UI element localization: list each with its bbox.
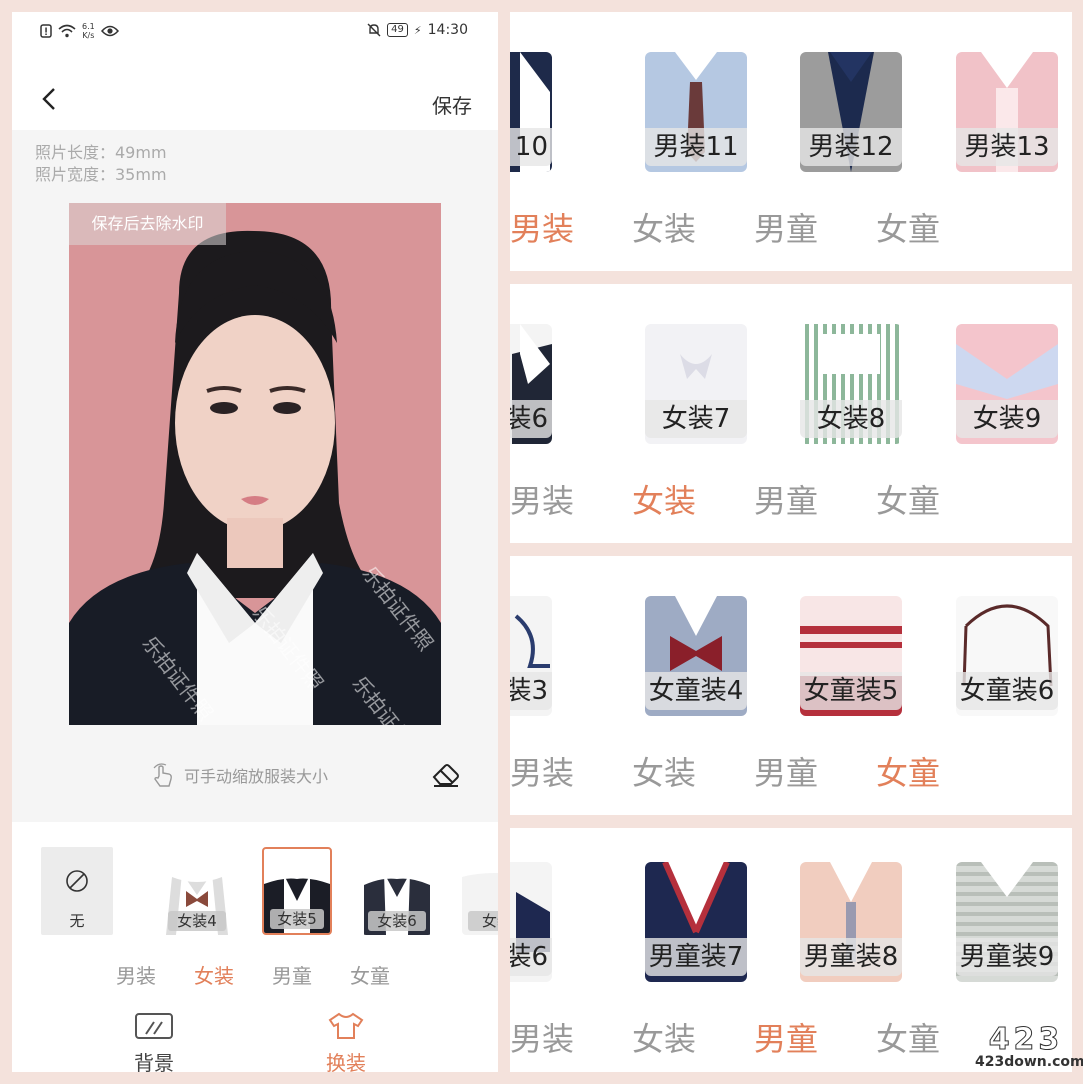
outfit-item[interactable]: 女童装4 — [645, 596, 747, 716]
tab-womenswear[interactable]: 女装 — [632, 204, 696, 250]
phone-screen: 6.1 K/s 49 ⚡ 14:30 保存 照片长度：49mm 照片宽度：35mm — [12, 12, 498, 1072]
tab-boys[interactable]: 男童 — [754, 476, 818, 522]
tab-menswear[interactable]: 男装 — [510, 1014, 574, 1060]
outfit-item[interactable]: 女童装6 — [956, 596, 1058, 716]
tab-boys[interactable]: 男童 — [754, 204, 818, 250]
id-photo-preview[interactable]: 保存后去除水印 乐拍证件照 乐拍证件照 乐拍证件照 乐拍证件照 — [69, 203, 441, 725]
save-button[interactable]: 保存 — [432, 90, 472, 119]
outfit-item[interactable]: 10 — [510, 52, 552, 172]
outfit-thumb-selected[interactable]: 女装5 — [262, 847, 332, 935]
outfit-item[interactable]: 男装11 — [645, 52, 747, 172]
photo-width: 照片宽度：35mm — [35, 165, 167, 184]
no-outfit-label: 无 — [69, 912, 85, 930]
outfit-panel: 无 女装4 女装5 女装6 女装 男装 女装 男童 女童 背景 — [12, 822, 498, 1072]
eraser-icon[interactable] — [430, 760, 462, 788]
photo-specs: 照片长度：49mm 照片宽度：35mm — [35, 142, 167, 186]
tab-girls[interactable]: 女童 — [876, 476, 940, 522]
outfit-thumb[interactable]: 女装6 — [362, 847, 432, 935]
outfit-item[interactable]: 女装7 — [645, 324, 747, 444]
hint-text: 可手动缩放服装大小 — [184, 767, 329, 786]
tab-background-label: 背景 — [134, 1051, 174, 1072]
outfit-item[interactable]: 女童装5 — [800, 596, 902, 716]
network-speed: 6.1 K/s — [82, 22, 95, 40]
hand-gesture-icon — [153, 763, 172, 787]
portrait-image — [69, 230, 441, 725]
tab-girls[interactable]: 女童 — [350, 960, 390, 989]
tab-boys[interactable]: 男童 — [754, 1014, 818, 1060]
tab-girls[interactable]: 女童 — [876, 1014, 940, 1060]
back-icon[interactable] — [38, 86, 64, 112]
tab-background[interactable]: 背景 — [134, 1012, 174, 1072]
tab-womenswear[interactable]: 女装 — [632, 476, 696, 522]
tab-womenswear[interactable]: 女装 — [632, 1014, 696, 1060]
outfit-item[interactable]: 女装9 — [956, 324, 1058, 444]
womenswear-panel: 装6 女装7 女装8 女装9 男装 女装 男童 女童 — [510, 284, 1072, 543]
wifi-icon — [58, 24, 76, 38]
background-icon — [135, 1013, 173, 1039]
tab-boys[interactable]: 男童 — [272, 960, 312, 989]
eye-icon — [100, 25, 119, 37]
photo-length: 照片长度：49mm — [35, 143, 167, 162]
outfit-item[interactable]: 男装13 — [956, 52, 1058, 172]
shirt-icon — [328, 1012, 364, 1039]
outfit-item[interactable]: 装6 — [510, 324, 552, 444]
charging-icon: ⚡ — [413, 23, 422, 37]
girls-panel: 装3 女童装4 女童装5 女童装6 男装 女装 男童 女童 — [510, 556, 1072, 815]
outfit-item[interactable]: 男装12 — [800, 52, 902, 172]
tab-girls[interactable]: 女童 — [876, 748, 940, 794]
clock: 14:30 — [427, 22, 468, 38]
mute-bell-icon — [367, 23, 381, 37]
watermark-notice: 保存后去除水印 — [69, 203, 226, 245]
no-outfit-button[interactable]: 无 — [41, 847, 113, 935]
outfit-item[interactable]: 男童装7 — [645, 862, 747, 982]
resize-hint: 可手动缩放服装大小 — [150, 762, 328, 788]
tab-change-outfit-label: 换装 — [326, 1051, 366, 1072]
status-bar: 6.1 K/s 49 ⚡ 14:30 — [12, 12, 498, 56]
logo-domain: 423down.com — [975, 1054, 1083, 1070]
outfit-item[interactable]: 男童装8 — [800, 862, 902, 982]
tab-womenswear[interactable]: 女装 — [194, 960, 234, 989]
battery-indicator: 49 — [387, 23, 408, 37]
tab-boys[interactable]: 男童 — [754, 748, 818, 794]
outfit-thumb[interactable]: 女装4 — [162, 847, 232, 935]
prohibited-icon — [66, 870, 88, 892]
outfit-item[interactable]: 装3 — [510, 596, 552, 716]
tab-womenswear[interactable]: 女装 — [632, 748, 696, 794]
notification-icon — [40, 24, 52, 38]
logo-number: 423 — [988, 1022, 1064, 1057]
tab-menswear[interactable]: 男装 — [510, 476, 574, 522]
tab-change-outfit[interactable]: 换装 — [326, 1012, 366, 1072]
outfit-thumb[interactable]: 女装 — [462, 847, 498, 935]
tab-menswear[interactable]: 男装 — [116, 960, 156, 989]
site-logo: 423 423down.com — [975, 1022, 1083, 1074]
menswear-panel: 10 男装11 男装12 男装13 男装 女装 男童 女童 — [510, 12, 1072, 271]
tab-girls[interactable]: 女童 — [876, 204, 940, 250]
outfit-item[interactable]: 装6 — [510, 862, 552, 982]
top-bar: 保存 — [12, 56, 498, 130]
outfit-item[interactable]: 女装8 — [800, 324, 902, 444]
tab-menswear[interactable]: 男装 — [510, 204, 574, 250]
outfit-item[interactable]: 男童装9 — [956, 862, 1058, 982]
outfit-category-tabs: 男装 女装 男童 女童 — [12, 960, 498, 989]
tab-menswear[interactable]: 男装 — [510, 748, 574, 794]
